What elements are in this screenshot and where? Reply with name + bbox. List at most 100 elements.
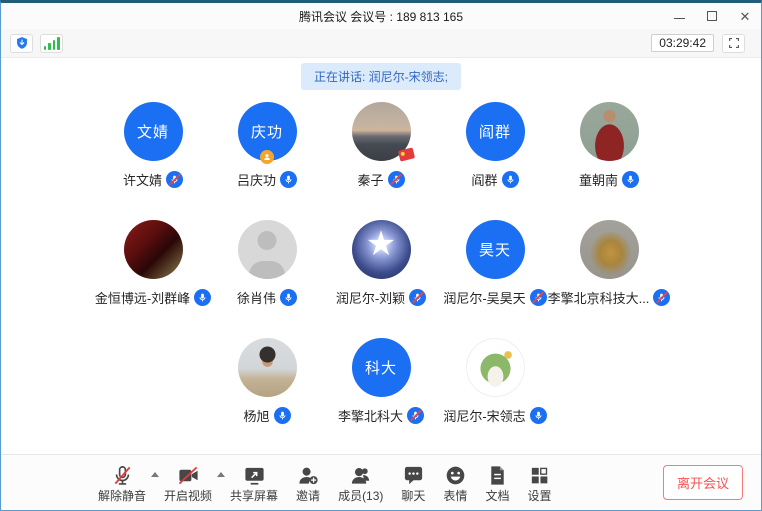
- participant-tile[interactable]: 润尼尔-刘颖: [324, 220, 438, 307]
- participant-tile[interactable]: 金恒博远-刘群峰: [96, 220, 210, 307]
- participant-tile[interactable]: 李擎北京科技大...: [552, 220, 666, 307]
- participant-row: 文婧 许文婧 庆功 吕庆功: [96, 102, 666, 189]
- participant-name-row: 润尼尔-宋领志: [443, 406, 546, 425]
- participant-avatar: 庆功: [238, 102, 297, 161]
- mic-status-icon: [280, 171, 297, 188]
- maximize-button[interactable]: [706, 10, 718, 22]
- participant-avatar: [238, 338, 297, 397]
- close-icon: ✕: [740, 10, 751, 23]
- screen-share-icon: [243, 464, 266, 487]
- start-video-button[interactable]: 开启视频: [155, 464, 221, 502]
- members-button[interactable]: 成员(13): [329, 464, 392, 502]
- mic-status-icon: [502, 171, 519, 188]
- share-screen-button[interactable]: 共享屏幕: [221, 464, 287, 502]
- mic-status-icon: [407, 407, 424, 424]
- chat-button[interactable]: 聊天: [392, 464, 434, 502]
- participant-avatar: [466, 338, 525, 397]
- participant-tile[interactable]: 文婧 许文婧: [96, 102, 210, 189]
- main-area: 正在讲话: 润尼尔-宋领志; 文婧 许文婧 庆功: [1, 58, 761, 454]
- fullscreen-button[interactable]: [722, 34, 745, 53]
- bottom-toolbar: 解除静音 开启视频 共享屏幕: [1, 454, 761, 510]
- mic-muted-icon: [111, 464, 134, 487]
- participant-avatar: 昊天: [466, 220, 525, 279]
- meeting-timer: 03:29:42: [651, 34, 714, 52]
- mic-status-icon: [530, 289, 547, 306]
- participant-name: 润尼尔-刘颖: [336, 288, 405, 307]
- mic-status-icon: [194, 289, 211, 306]
- minimize-button[interactable]: [673, 10, 685, 22]
- mic-status-icon: [280, 289, 297, 306]
- mic-status-icon: [409, 289, 426, 306]
- mic-status-icon: [530, 407, 547, 424]
- camera-off-icon: [177, 464, 200, 487]
- flag-badge-icon: [397, 147, 414, 161]
- settings-button[interactable]: 设置: [518, 464, 560, 502]
- participant-row: 杨旭 科大 李擎北科大: [210, 338, 552, 425]
- leave-meeting-button[interactable]: 离开会议: [663, 465, 743, 500]
- participant-name-row: 李擎北科大: [338, 406, 424, 425]
- participant-tile[interactable]: 童朝南: [552, 102, 666, 189]
- start-video-label: 开启视频: [164, 490, 212, 502]
- docs-label: 文档: [485, 490, 509, 502]
- participant-name: 阎群: [471, 170, 497, 189]
- emoji-button[interactable]: 表情: [434, 464, 476, 502]
- host-badge-icon: [260, 150, 274, 164]
- avatar-initials: 文婧: [137, 121, 169, 142]
- meeting-window: 腾讯会议 会议号 : 189 813 165 ✕ 03:29:42: [0, 0, 762, 511]
- mic-status-icon: [653, 289, 670, 306]
- participant-tile[interactable]: 阎群 阎群: [438, 102, 552, 189]
- toolbar-items: 解除静音 开启视频 共享屏幕: [89, 464, 560, 502]
- invite-button[interactable]: 邀请: [287, 464, 329, 502]
- avatar-initials: 昊天: [479, 239, 511, 260]
- members-icon: [349, 464, 372, 487]
- avatar-initials: 阎群: [479, 121, 511, 142]
- members-label: 成员(13): [338, 490, 383, 502]
- document-icon: [486, 464, 509, 487]
- avatar-initials: 科大: [365, 357, 397, 378]
- participant-tile[interactable]: 庆功 吕庆功: [210, 102, 324, 189]
- share-screen-label: 共享屏幕: [230, 490, 278, 502]
- participant-tile[interactable]: 昊天 润尼尔-吴昊天: [438, 220, 552, 307]
- participant-tile[interactable]: 徐肖伟: [210, 220, 324, 307]
- participant-name-row: 许文婧: [123, 170, 183, 189]
- participant-name: 徐肖伟: [237, 288, 276, 307]
- participant-avatar: 文婧: [124, 102, 183, 161]
- signal-bars-icon: [44, 37, 60, 50]
- close-button[interactable]: ✕: [739, 10, 751, 22]
- participant-tile[interactable]: 秦子: [324, 102, 438, 189]
- participant-name-row: 吕庆功: [237, 170, 297, 189]
- participant-tile[interactable]: 润尼尔-宋领志: [438, 338, 552, 425]
- network-signal-button[interactable]: [40, 34, 63, 53]
- security-shield-button[interactable]: [10, 34, 33, 53]
- participant-tile[interactable]: 科大 李擎北科大: [324, 338, 438, 425]
- participant-name: 童朝南: [579, 170, 618, 189]
- unmute-label: 解除静音: [98, 490, 146, 502]
- mic-status-icon: [166, 171, 183, 188]
- unmute-button[interactable]: 解除静音: [89, 464, 155, 502]
- title-bar: 腾讯会议 会议号 : 189 813 165 ✕: [1, 3, 761, 29]
- status-bar: 03:29:42: [1, 29, 761, 58]
- participant-name: 李擎北科大: [338, 406, 403, 425]
- minimize-icon: [674, 18, 685, 19]
- participant-name-row: 徐肖伟: [237, 288, 297, 307]
- participant-name: 金恒博远-刘群峰: [95, 288, 190, 307]
- participant-avatar: [580, 102, 639, 161]
- invite-label: 邀请: [296, 490, 320, 502]
- participant-avatar: [238, 220, 297, 279]
- mic-status-icon: [274, 407, 291, 424]
- settings-icon: [528, 464, 551, 487]
- chat-icon: [402, 464, 425, 487]
- participant-tile[interactable]: 杨旭: [210, 338, 324, 425]
- window-title: 腾讯会议 会议号 : 189 813 165: [299, 8, 463, 25]
- participants-grid: 文婧 许文婧 庆功 吕庆功: [1, 58, 761, 456]
- participant-name: 杨旭: [243, 406, 269, 425]
- participant-avatar: [124, 220, 183, 279]
- mic-status-icon: [622, 171, 639, 188]
- invite-icon: [297, 464, 320, 487]
- participant-avatar: [352, 220, 411, 279]
- avatar-initials: 庆功: [251, 121, 283, 142]
- window-controls: ✕: [673, 3, 751, 29]
- participant-name-row: 金恒博远-刘群峰: [95, 288, 211, 307]
- docs-button[interactable]: 文档: [476, 464, 518, 502]
- participant-name: 许文婧: [123, 170, 162, 189]
